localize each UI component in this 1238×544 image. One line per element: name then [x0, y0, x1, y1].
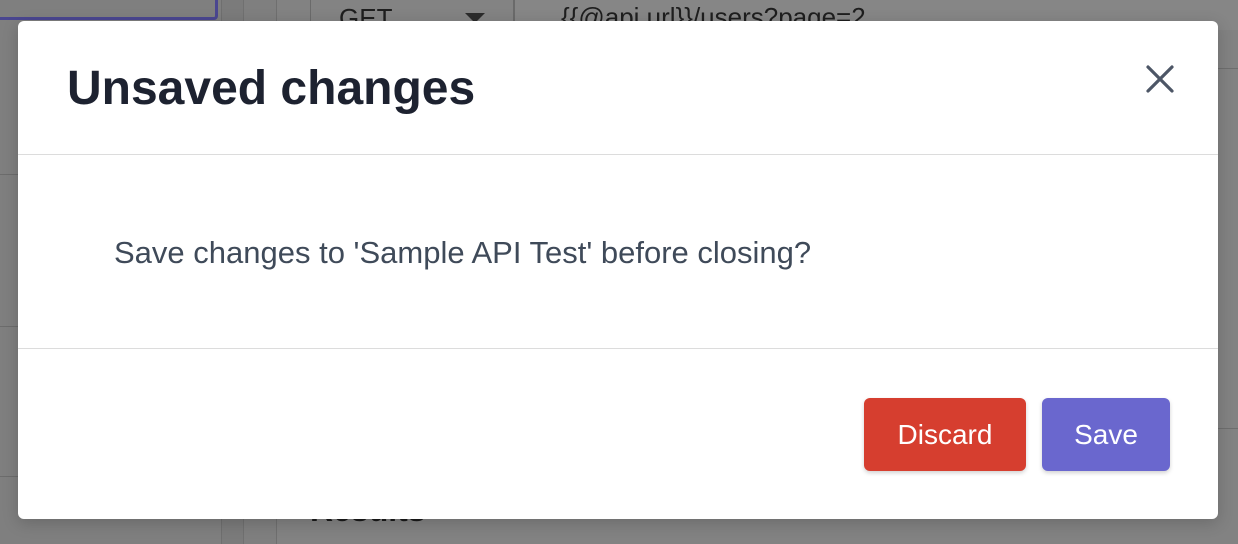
- discard-button[interactable]: Discard: [864, 398, 1026, 471]
- close-icon: [1146, 65, 1174, 93]
- dialog-message: Save changes to 'Sample API Test' before…: [114, 235, 812, 270]
- dialog-body: Save changes to 'Sample API Test' before…: [18, 155, 1218, 349]
- dialog-header: Unsaved changes: [18, 21, 1218, 155]
- close-button[interactable]: [1136, 55, 1184, 103]
- dialog-title: Unsaved changes: [67, 62, 476, 115]
- dialog-footer: Discard Save: [18, 349, 1218, 519]
- active-tree-item: [0, 0, 218, 20]
- save-button[interactable]: Save: [1042, 398, 1170, 471]
- unsaved-changes-dialog: Unsaved changes Save changes to 'Sample …: [18, 21, 1218, 519]
